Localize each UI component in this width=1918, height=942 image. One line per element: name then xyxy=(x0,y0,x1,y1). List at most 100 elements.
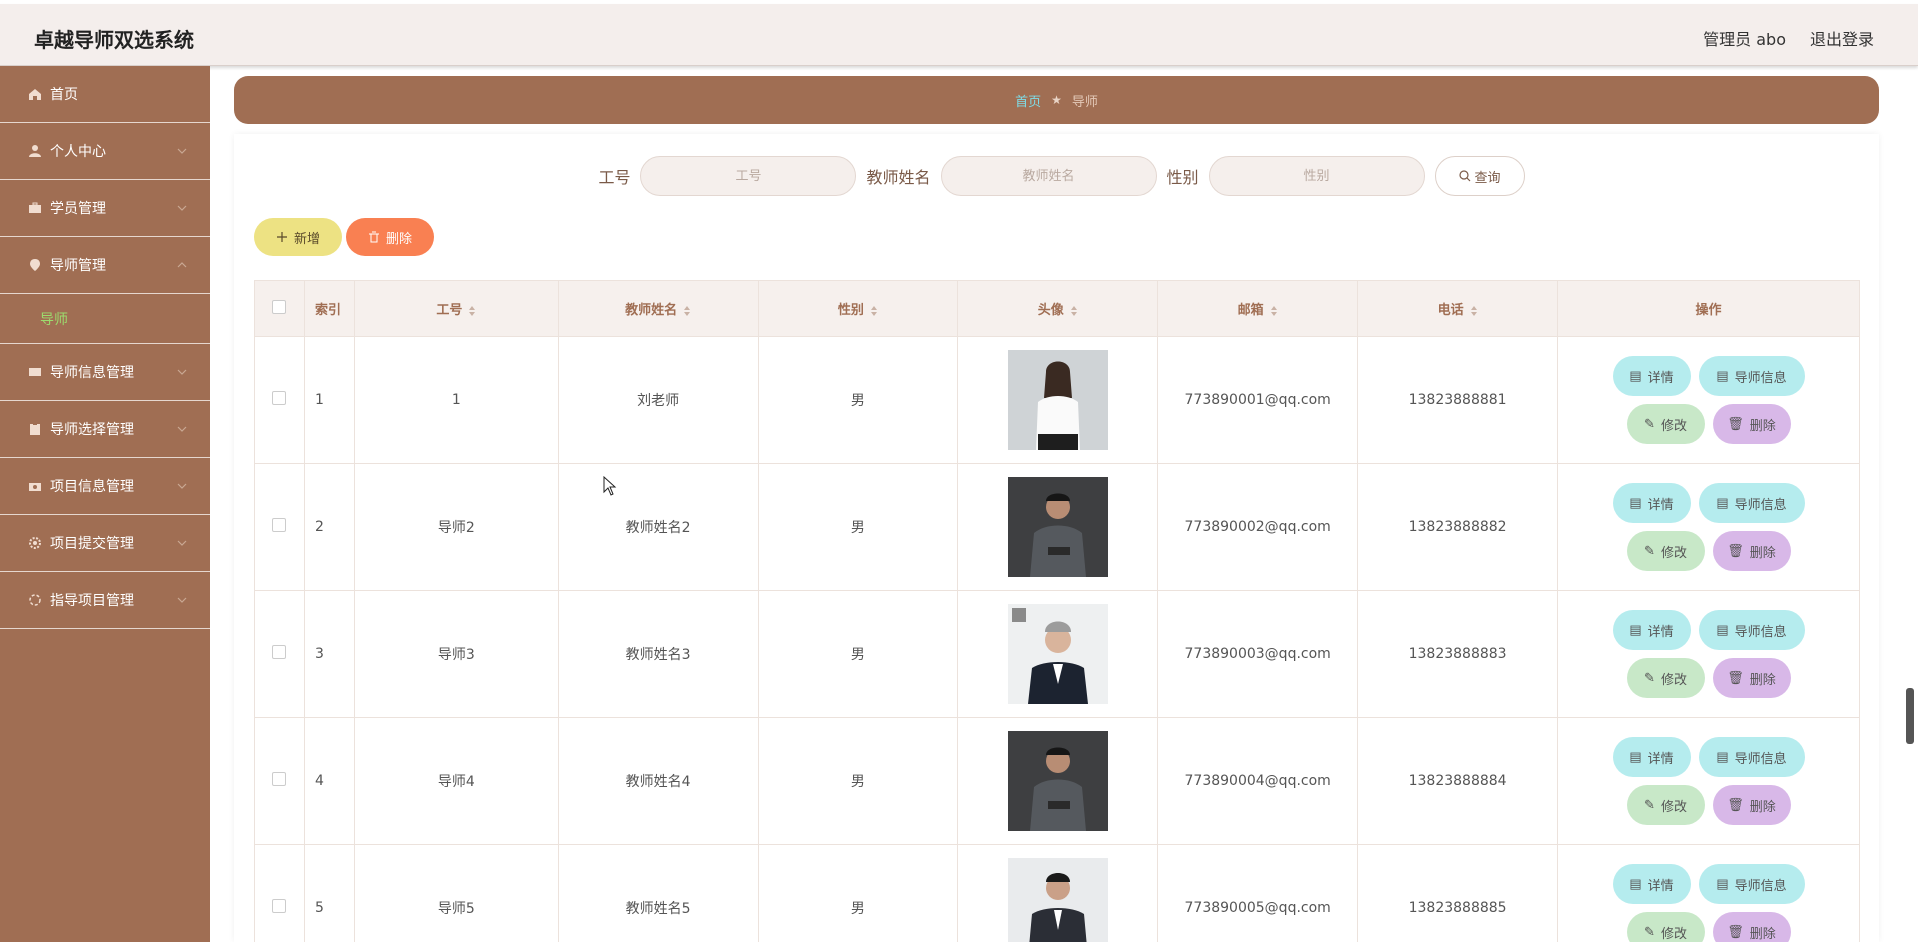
col-gender[interactable]: 性别 xyxy=(757,280,959,337)
chevron-down-icon xyxy=(177,426,187,432)
row-select-cell xyxy=(254,463,305,591)
add-button-label: 新增 xyxy=(293,230,320,246)
detail-button[interactable]: ▤ 详情 xyxy=(1612,864,1691,904)
trash-icon: 🗑 xyxy=(1727,416,1744,431)
delete-button-label: 删除 xyxy=(1749,798,1776,814)
avatar[interactable] xyxy=(1007,477,1108,577)
mentor-info-button[interactable]: ▤ 导师信息 xyxy=(1698,610,1805,650)
delete-button[interactable]: 🗑 删除 xyxy=(1712,785,1791,825)
row-actions: ▤ 详情 ▤ 导师信息 ✎ 修改 🗑 删除 xyxy=(1558,356,1859,444)
add-button[interactable]: 新增 xyxy=(254,218,342,256)
doc-icon: ▤ xyxy=(1716,749,1729,764)
cell-index: 4 xyxy=(303,717,355,845)
detail-button[interactable]: ▤ 详情 xyxy=(1612,737,1691,777)
sidebar-item-label: 导师信息管理 xyxy=(50,365,134,381)
delete-button-label: 删除 xyxy=(1749,544,1776,560)
detail-button[interactable]: ▤ 详情 xyxy=(1612,610,1691,650)
batch-delete-button[interactable]: 删除 xyxy=(346,218,434,256)
cell-index: 5 xyxy=(303,844,355,942)
chevron-up-icon xyxy=(177,262,187,268)
mentor-info-button[interactable]: ▤ 导师信息 xyxy=(1698,737,1805,777)
row-actions-bottom: ✎ 修改 🗑 删除 xyxy=(1626,658,1791,698)
sidebar-subitem-mentor[interactable]: 导师 xyxy=(0,294,210,344)
avatar[interactable] xyxy=(1007,858,1108,942)
delete-button-label: 删除 xyxy=(1749,417,1776,433)
edit-button[interactable]: ✎ 修改 xyxy=(1626,531,1705,571)
avatar[interactable] xyxy=(1007,604,1108,704)
col-name[interactable]: 教师姓名 xyxy=(557,280,759,337)
trash-icon: 🗑 xyxy=(1727,543,1744,558)
search-button[interactable]: 查询 xyxy=(1434,156,1525,196)
edit-button[interactable]: ✎ 修改 xyxy=(1626,404,1705,444)
row-checkbox[interactable] xyxy=(272,899,287,913)
col-avatar[interactable]: 头像 xyxy=(957,280,1159,337)
cell-email: 773890004@qq.com xyxy=(1157,717,1359,845)
mentor-info-button[interactable]: ▤ 导师信息 xyxy=(1698,483,1805,523)
ticket-icon xyxy=(26,363,44,381)
avatar[interactable] xyxy=(1007,350,1108,450)
cell-phone: 13823888883 xyxy=(1357,590,1559,718)
delete-button[interactable]: 🗑 删除 xyxy=(1712,912,1791,942)
breadcrumb-home[interactable]: 首页 xyxy=(1015,91,1041,110)
cell-email: 773890005@qq.com xyxy=(1157,844,1359,942)
page-scrollbar[interactable] xyxy=(1906,688,1914,744)
col-id[interactable]: 工号 xyxy=(353,280,559,337)
detail-button-label: 详情 xyxy=(1647,877,1674,893)
logout-button[interactable]: 退出登录 xyxy=(1810,26,1874,50)
sidebar-item-personal-center[interactable]: 个人中心 xyxy=(0,123,210,180)
search-input-id[interactable] xyxy=(640,156,857,196)
col-avatar-label: 头像 xyxy=(1037,303,1064,318)
row-checkbox[interactable] xyxy=(272,645,287,659)
edit-button[interactable]: ✎ 修改 xyxy=(1626,785,1705,825)
edit-button-label: 修改 xyxy=(1660,798,1687,814)
row-checkbox[interactable] xyxy=(272,518,287,532)
row-actions-top: ▤ 详情 ▤ 导师信息 xyxy=(1612,356,1805,396)
cell-name: 刘老师 xyxy=(557,336,759,464)
detail-button[interactable]: ▤ 详情 xyxy=(1612,483,1691,523)
cell-gender: 男 xyxy=(757,717,959,845)
sidebar-item-mentor-info-management[interactable]: 导师信息管理 xyxy=(0,344,210,401)
delete-button[interactable]: 🗑 删除 xyxy=(1712,531,1791,571)
cell-id: 导师2 xyxy=(353,463,559,591)
col-index: 索引 xyxy=(303,280,355,337)
edit-button[interactable]: ✎ 修改 xyxy=(1626,912,1705,942)
cell-ops: ▤ 详情 ▤ 导师信息 ✎ 修改 🗑 删除 xyxy=(1557,336,1860,464)
pencil-icon: ✎ xyxy=(1644,543,1655,558)
cell-ops: ▤ 详情 ▤ 导师信息 ✎ 修改 🗑 删除 xyxy=(1557,463,1860,591)
current-user[interactable]: 管理员 abo xyxy=(1703,26,1786,50)
search-input-gender[interactable] xyxy=(1208,156,1425,196)
edit-button[interactable]: ✎ 修改 xyxy=(1626,658,1705,698)
sidebar-item-home[interactable]: 首页 xyxy=(0,66,210,123)
row-checkbox[interactable] xyxy=(272,391,287,405)
sidebar-item-mentor-management[interactable]: 导师管理 xyxy=(0,237,210,294)
row-checkbox[interactable] xyxy=(272,772,287,786)
col-email[interactable]: 邮箱 xyxy=(1157,280,1359,337)
mentor-info-button[interactable]: ▤ 导师信息 xyxy=(1698,864,1805,904)
detail-button[interactable]: ▤ 详情 xyxy=(1612,356,1691,396)
sidebar-item-student-management[interactable]: 学员管理 xyxy=(0,180,210,237)
sidebar-item-project-info-management[interactable]: 项目信息管理 xyxy=(0,458,210,515)
sidebar-item-project-submission-management[interactable]: 项目提交管理 xyxy=(0,515,210,572)
sort-icon xyxy=(684,305,691,316)
sidebar-item-mentor-selection-management[interactable]: 导师选择管理 xyxy=(0,401,210,458)
cell-id: 导师4 xyxy=(353,717,559,845)
row-actions-bottom: ✎ 修改 🗑 删除 xyxy=(1626,404,1791,444)
search-input-name[interactable] xyxy=(940,156,1157,196)
search-icon xyxy=(1458,170,1470,182)
sidebar-item-guided-project-management[interactable]: 指导项目管理 xyxy=(0,572,210,629)
select-all-checkbox[interactable] xyxy=(272,299,287,314)
search-button-label: 查询 xyxy=(1474,169,1501,185)
detail-button-label: 详情 xyxy=(1647,750,1674,766)
header-actions: 管理员 abo 退出登录 xyxy=(1703,26,1874,50)
col-phone[interactable]: 电话 xyxy=(1357,280,1559,337)
sidebar-item-label: 导师选择管理 xyxy=(50,422,134,438)
delete-button[interactable]: 🗑 删除 xyxy=(1712,404,1791,444)
cell-email: 773890001@qq.com xyxy=(1157,336,1359,464)
delete-button[interactable]: 🗑 删除 xyxy=(1712,658,1791,698)
cell-name: 教师姓名3 xyxy=(557,590,759,718)
cell-id: 导师5 xyxy=(353,844,559,942)
cell-phone: 13823888881 xyxy=(1357,336,1559,464)
mentor-info-button[interactable]: ▤ 导师信息 xyxy=(1698,356,1805,396)
avatar[interactable] xyxy=(1007,731,1108,831)
main-panel: 工号 教师姓名 性别 查询 新增 删除 索引 工号 教师姓名 性别 xyxy=(234,134,1879,942)
